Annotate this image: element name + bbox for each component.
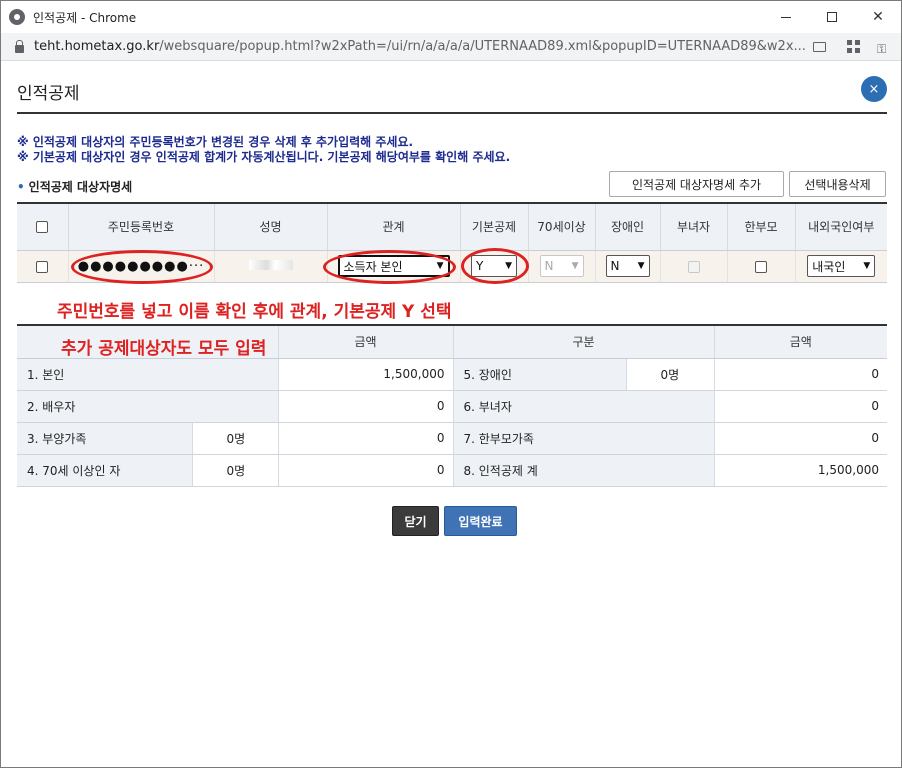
section-title-text: 인적공제 대상자명세 — [28, 180, 133, 194]
summary-header-category-right: 구분 — [452, 324, 714, 359]
summary-label: 6. 부녀자 — [452, 390, 714, 423]
annotation-ring-relation — [323, 250, 456, 284]
summary-label: 5. 장애인 — [452, 358, 626, 391]
disabled-select[interactable]: N ▼ — [605, 255, 650, 277]
header-disabled: 장애인 — [594, 202, 660, 251]
header-single-parent: 한부모 — [726, 202, 795, 251]
summary-amount: 0 — [277, 390, 453, 423]
chrome-icon — [9, 9, 25, 25]
summary-amount: 0 — [277, 422, 453, 455]
summary-amount: 0 — [713, 358, 887, 391]
summary-label: 2. 배우자 — [17, 390, 278, 423]
browser-window: 인적공제 - Chrome ✕ teht.hometax.go.kr/websq… — [0, 0, 902, 768]
over70-value: N — [544, 259, 554, 273]
summary-amount: 0 — [277, 454, 453, 487]
cast-icon[interactable] — [813, 42, 826, 52]
row-select-cell — [17, 250, 68, 283]
summary-amount: 0 — [713, 422, 887, 455]
summary-header-amount-right: 금액 — [713, 324, 887, 359]
section-title: • 인적공제 대상자명세 — [17, 178, 132, 195]
add-dependent-button[interactable]: 인적공제 대상자명세 추가 — [609, 171, 784, 197]
close-icon: × — [868, 81, 880, 97]
annotation-text-2: 추가 공제대상자도 모두 입력 — [61, 339, 267, 359]
summary-label: 8. 인적공제 계 — [452, 454, 714, 487]
submit-button[interactable]: 입력완료 — [444, 506, 517, 536]
header-over70: 70세이상 — [527, 202, 595, 251]
header-ssn: 주민등록번호 — [67, 202, 214, 251]
chevron-down-icon: ▼ — [571, 261, 579, 271]
qr-code-icon[interactable] — [847, 40, 860, 53]
chevron-down-icon: ▼ — [637, 261, 645, 271]
summary-count: 0명 — [191, 454, 278, 487]
list-header-row: 주민등록번호 성명 관계 기본공제 70세이상 장애인 부녀자 한부모 내외국인… — [17, 202, 887, 251]
foreign-value: 내국인 — [812, 259, 846, 274]
over70-select[interactable]: N ▼ — [539, 255, 584, 277]
summary-label: 1. 본인 — [17, 358, 278, 391]
annotation-ring-basic — [461, 248, 529, 284]
summary-count: 0명 — [625, 358, 714, 391]
foreign-select[interactable]: 내국인 ▼ — [807, 255, 876, 277]
summary-label: 7. 한부모가족 — [452, 422, 714, 455]
maximize-button[interactable] — [809, 1, 855, 33]
summary-row: 3. 부양가족 0명 0 7. 한부모가족 0 — [17, 422, 887, 455]
popup-close-button[interactable]: × — [861, 76, 887, 102]
annotation-text-1: 주민번호를 넣고 이름 확인 후에 관계, 기본공제 Y 선택 — [57, 302, 452, 322]
woman-cell — [659, 250, 727, 283]
summary-label: 4. 70세 이상인 자 — [17, 454, 192, 487]
delete-selected-button[interactable]: 선택내용삭제 — [789, 171, 886, 197]
summary-amount: 0 — [713, 390, 887, 423]
summary-amount: 1,500,000 — [277, 358, 453, 391]
window-close-button[interactable]: ✕ — [855, 1, 901, 33]
title-divider — [17, 112, 887, 114]
single-parent-cell — [726, 250, 795, 283]
header-foreign: 내외국인여부 — [794, 202, 887, 251]
header-name: 성명 — [213, 202, 327, 251]
summary-count: 0명 — [191, 422, 278, 455]
foreign-cell: 내국인 ▼ — [794, 250, 887, 283]
summary-row: 2. 배우자 0 6. 부녀자 0 — [17, 390, 887, 423]
name-value — [248, 260, 293, 270]
header-relation: 관계 — [326, 202, 460, 251]
summary-amount: 1,500,000 — [713, 454, 887, 487]
url-path: /websquare/popup.html?w2xPath=/ui/rn/a/a… — [159, 39, 806, 54]
close-button[interactable]: 닫기 — [392, 506, 439, 536]
bullet-icon: • — [17, 180, 25, 194]
maximize-icon — [827, 12, 837, 22]
address-bar[interactable]: teht.hometax.go.kr/websquare/popup.html?… — [1, 33, 901, 61]
over70-cell: N ▼ — [527, 250, 595, 283]
summary-header-amount-left: 금액 — [277, 324, 453, 359]
lock-icon — [15, 39, 24, 53]
popup-title: 인적공제 — [17, 84, 80, 104]
window-title: 인적공제 - Chrome — [33, 10, 137, 25]
woman-checkbox[interactable] — [687, 260, 700, 273]
disabled-value: N — [610, 259, 620, 273]
notice-2: ※ 기본공제 대상자인 경우 인적공제 합계가 자동계산됩니다. 기본공제 해당… — [17, 150, 511, 164]
name-cell — [213, 250, 327, 283]
disabled-cell: N ▼ — [594, 250, 660, 283]
select-all-checkbox[interactable] — [36, 221, 49, 234]
single-parent-checkbox[interactable] — [755, 260, 767, 273]
url-text[interactable]: teht.hometax.go.kr/websquare/popup.html?… — [34, 39, 814, 54]
url-host: teht.hometax.go.kr — [34, 39, 160, 54]
header-basic: 기본공제 — [459, 202, 528, 251]
close-icon: ✕ — [872, 9, 884, 25]
chevron-down-icon: ▼ — [863, 261, 871, 271]
row-checkbox[interactable] — [36, 260, 49, 273]
header-woman: 부녀자 — [659, 202, 727, 251]
header-select-all[interactable] — [17, 202, 68, 251]
summary-row: 1. 본인 1,500,000 5. 장애인 0명 0 — [17, 358, 887, 391]
minimize-icon — [781, 16, 791, 18]
key-icon[interactable]: ⚿ — [877, 42, 893, 56]
minimize-button[interactable] — [763, 1, 809, 33]
annotation-ring-ssn — [71, 250, 213, 284]
summary-label: 3. 부양가족 — [17, 422, 192, 455]
summary-row: 4. 70세 이상인 자 0명 0 8. 인적공제 계 1,500,000 — [17, 454, 887, 487]
